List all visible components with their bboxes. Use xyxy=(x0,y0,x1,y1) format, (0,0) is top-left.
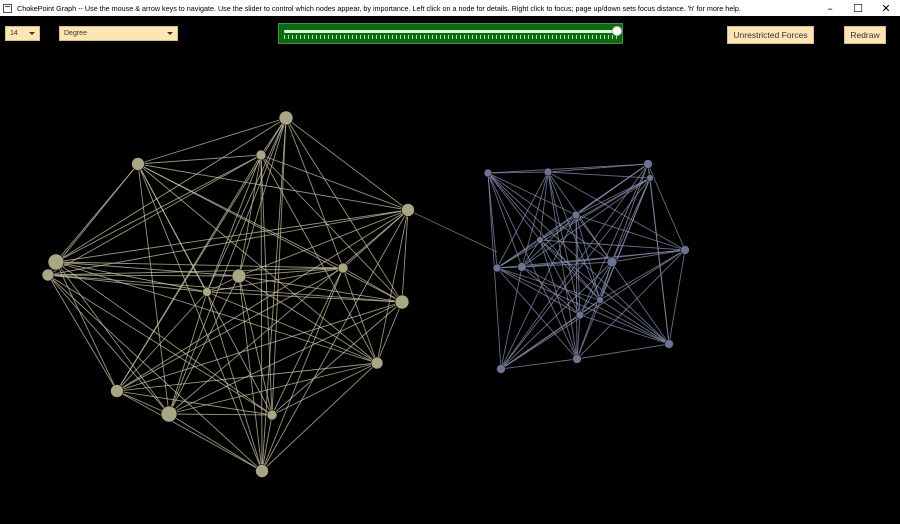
graph-node[interactable] xyxy=(255,464,269,478)
close-button[interactable]: ✕ xyxy=(872,0,900,16)
graph-node[interactable] xyxy=(680,245,690,255)
graph-edge xyxy=(55,261,273,416)
slider-track[interactable] xyxy=(284,30,617,33)
importance-slider[interactable] xyxy=(278,23,623,44)
graph-edge xyxy=(47,274,240,277)
window-title: ChokePoint Graph -- Use the mouse & arro… xyxy=(17,3,741,13)
graph-edge xyxy=(168,275,240,415)
minimize-button[interactable]: – xyxy=(816,0,844,16)
graph-node[interactable] xyxy=(110,384,124,398)
graph-node[interactable] xyxy=(47,253,65,271)
graph-edge xyxy=(496,267,670,345)
slider-ticks xyxy=(284,35,617,39)
graph-edge xyxy=(271,362,378,416)
graph-edge xyxy=(539,171,549,241)
graph-edge xyxy=(500,249,686,370)
graph-node[interactable] xyxy=(202,287,212,297)
graph-edge xyxy=(116,301,403,392)
graph-node[interactable] xyxy=(394,294,410,310)
graph-edge xyxy=(500,358,578,370)
graph-node[interactable] xyxy=(572,354,582,364)
graph-node[interactable] xyxy=(536,236,544,244)
graph-node[interactable] xyxy=(266,409,278,421)
redraw-button[interactable]: Redraw xyxy=(844,26,886,44)
graph-node[interactable] xyxy=(492,263,502,273)
graph-edge xyxy=(137,154,262,165)
graph-edge xyxy=(547,171,581,316)
app-icon xyxy=(3,3,12,13)
graph-node[interactable] xyxy=(596,296,604,304)
graph-node[interactable] xyxy=(606,256,618,268)
graph-edge xyxy=(271,301,403,416)
graph-edge xyxy=(285,117,403,303)
graph-node[interactable] xyxy=(278,110,294,126)
graph-edge xyxy=(168,413,273,416)
node-count-value: 14 xyxy=(10,30,18,37)
graph-edge xyxy=(137,163,409,211)
metric-value: Degree xyxy=(64,30,87,37)
graph-edge xyxy=(500,261,613,370)
graph-edge xyxy=(261,362,378,472)
graph-node[interactable] xyxy=(664,339,674,349)
chevron-down-icon xyxy=(29,32,35,35)
graph-node[interactable] xyxy=(337,262,349,274)
toolbar: 14 Degree Unrestricted Forces Redraw xyxy=(0,16,900,52)
graph-edge xyxy=(496,177,651,269)
graph-node[interactable] xyxy=(575,310,585,320)
graph-node[interactable] xyxy=(496,364,506,374)
graph-edge xyxy=(376,301,403,364)
graph-edge xyxy=(285,117,409,211)
graph-edge xyxy=(168,413,263,472)
graph-edge xyxy=(116,390,263,472)
node-count-dropdown[interactable]: 14 xyxy=(5,26,40,41)
graph-node[interactable] xyxy=(646,174,654,182)
graph-edge xyxy=(168,301,403,415)
graph-node[interactable] xyxy=(131,157,145,171)
graph-edge xyxy=(521,177,651,268)
graph-edge xyxy=(547,163,649,173)
graph-canvas[interactable] xyxy=(0,52,900,524)
graph-node[interactable] xyxy=(160,405,178,423)
graph-node[interactable] xyxy=(643,159,653,169)
graph-node[interactable] xyxy=(517,262,527,272)
maximize-button[interactable]: ☐ xyxy=(844,0,872,16)
graph-edge xyxy=(47,274,118,392)
graph-edge xyxy=(206,267,344,293)
graph-node[interactable] xyxy=(255,149,267,161)
metric-dropdown[interactable]: Degree xyxy=(59,26,178,41)
graph-edge xyxy=(238,275,378,364)
graph-node[interactable] xyxy=(401,203,415,217)
bridge-edge xyxy=(407,209,498,253)
chevron-down-icon xyxy=(167,32,173,35)
graph-edge xyxy=(55,117,287,263)
graph-edge xyxy=(487,163,649,174)
graph-edge xyxy=(521,266,670,345)
graph-edge xyxy=(500,299,601,370)
title-bar: ChokePoint Graph -- Use the mouse & arro… xyxy=(0,0,900,16)
graph-edge xyxy=(116,291,208,392)
graph-node[interactable] xyxy=(41,268,55,282)
graph-edge xyxy=(168,291,208,415)
graph-edge xyxy=(271,267,344,416)
graph-edge xyxy=(47,274,170,415)
graph-edge xyxy=(599,299,670,345)
graph-node[interactable] xyxy=(571,210,581,220)
graph-node[interactable] xyxy=(231,268,247,284)
graph-node[interactable] xyxy=(543,167,553,177)
graph-edge xyxy=(576,343,670,360)
slider-thumb[interactable] xyxy=(612,26,622,36)
unrestricted-forces-button[interactable]: Unrestricted Forces xyxy=(727,26,814,44)
graph-edge xyxy=(206,291,378,364)
graph-node[interactable] xyxy=(370,356,384,370)
graph-edge xyxy=(116,390,170,415)
graph-node[interactable] xyxy=(483,168,493,178)
